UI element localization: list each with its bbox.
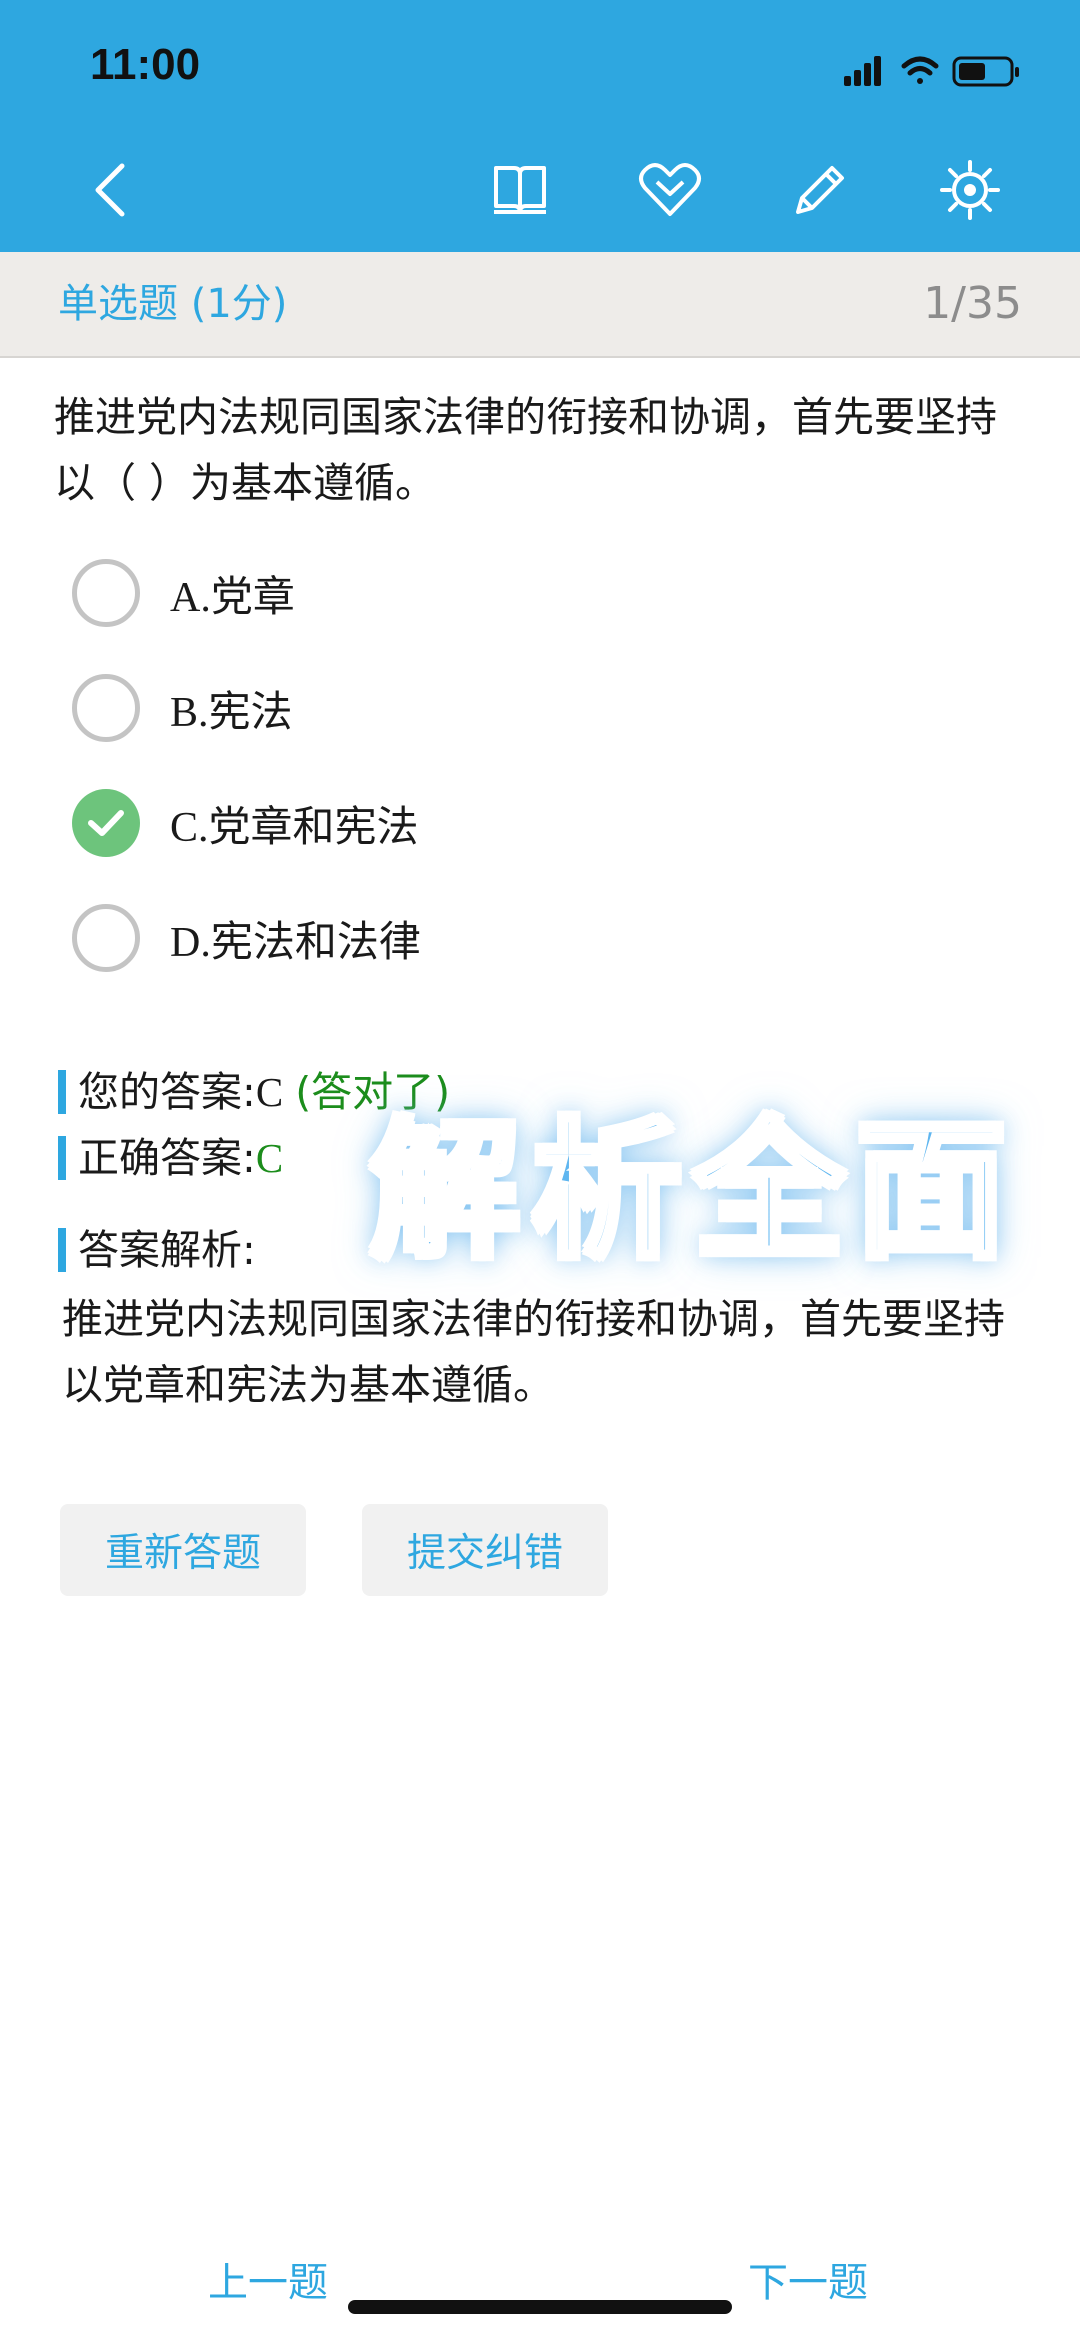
status-icons: [844, 56, 1019, 87]
home-indicator[interactable]: [348, 2300, 732, 2314]
question-progress: 1/35: [923, 278, 1022, 329]
section-marker: [58, 1136, 66, 1180]
radio-unchecked-icon: [72, 674, 140, 742]
option-b[interactable]: B.宪法: [72, 668, 972, 748]
heart-icon: [639, 163, 701, 216]
analysis-label: 答案解析:: [78, 1226, 256, 1274]
signal-icon: [844, 56, 881, 86]
favorite-button[interactable]: [630, 150, 710, 230]
settings-icon: [940, 160, 1000, 220]
pencil-icon: [796, 166, 844, 214]
section-marker: [58, 1070, 66, 1114]
question-type: 单选题 (1分): [58, 281, 288, 327]
option-label: C.党章和宪法: [170, 804, 419, 851]
radio-unchecked-icon: [72, 559, 140, 627]
wifi-icon: [901, 56, 939, 84]
promo-overlay-text: 解析全面: [367, 1102, 1019, 1282]
book-button[interactable]: [480, 150, 560, 230]
correct-answer-label: 正确答案:: [78, 1134, 256, 1182]
next-question-button[interactable]: 下一题: [748, 2250, 868, 2308]
question-header: 单选题 (1分) 1/35: [0, 252, 1080, 358]
correct-answer-value: C: [255, 1135, 284, 1181]
book-icon: [494, 166, 546, 214]
radio-unchecked-icon: [72, 904, 140, 972]
option-a[interactable]: A.党章: [72, 553, 972, 633]
status-time: 11:00: [90, 40, 201, 89]
correct-answer-row: 正确答案: C: [58, 1128, 283, 1188]
analysis-text: 推进党内法规同国家法律的衔接和协调，首先要坚持以党章和宪法为基本遵循。: [62, 1295, 1005, 1409]
battery-icon: [952, 56, 1019, 87]
checkmark-icon: [72, 789, 140, 857]
question-text: 推进党内法规同国家法律的衔接和协调，首先要坚持以（ ）为基本遵循。: [54, 393, 997, 507]
back-chevron-icon: [95, 163, 125, 217]
top-bar: 11:00: [0, 0, 1080, 252]
note-button[interactable]: [780, 150, 860, 230]
prev-question-button[interactable]: 上一题: [208, 2250, 328, 2308]
analysis-header-row: 答案解析:: [58, 1220, 256, 1280]
retry-button[interactable]: 重新答题: [60, 1504, 306, 1596]
option-label: D.宪法和法律: [170, 919, 421, 966]
your-answer-value: C: [255, 1069, 284, 1115]
option-label: B.宪法: [170, 689, 293, 736]
option-d[interactable]: D.宪法和法律: [72, 898, 972, 978]
settings-button[interactable]: [930, 150, 1010, 230]
option-label: A.党章: [170, 574, 295, 621]
option-c[interactable]: C.党章和宪法: [72, 783, 972, 863]
back-button[interactable]: [70, 150, 150, 230]
your-answer-label: 您的答案:: [78, 1068, 256, 1116]
section-marker: [58, 1228, 66, 1272]
report-error-button[interactable]: 提交纠错: [362, 1504, 608, 1596]
